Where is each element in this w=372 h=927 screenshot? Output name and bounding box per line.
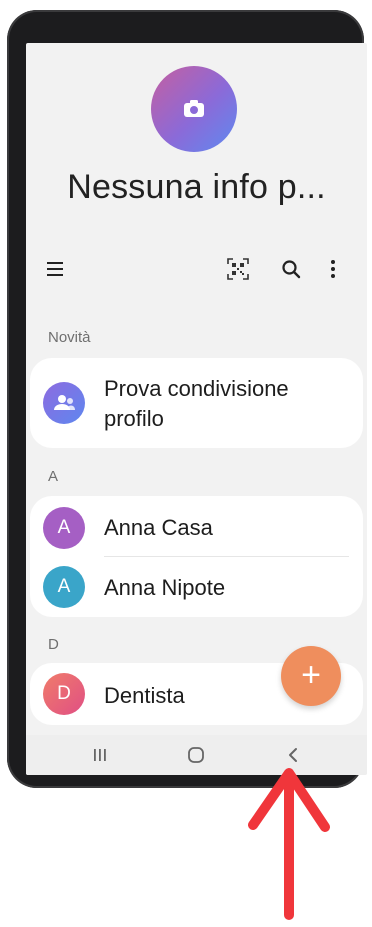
phone-frame: Nessuna info p... Novità Prova condivisi… bbox=[7, 10, 367, 788]
profile-name[interactable]: Nessuna info p... bbox=[26, 168, 367, 207]
shared-profile-icon bbox=[43, 382, 85, 424]
more-options-icon[interactable] bbox=[321, 257, 345, 281]
profile-avatar[interactable] bbox=[151, 66, 237, 152]
section-header-d: D bbox=[48, 636, 59, 653]
list-item[interactable]: A Anna Nipote bbox=[30, 557, 363, 617]
contact-name: Anna Nipote bbox=[104, 575, 226, 600]
up-arrow-icon bbox=[248, 768, 330, 920]
contacts-screen: Nessuna info p... Novità Prova condivisi… bbox=[26, 43, 367, 775]
contact-name: Dentista bbox=[104, 683, 185, 708]
recent-apps-icon[interactable] bbox=[88, 743, 112, 767]
contact-name: Anna Casa bbox=[104, 515, 213, 540]
list-item[interactable]: A Anna Casa bbox=[30, 496, 363, 556]
menu-icon[interactable] bbox=[44, 257, 68, 281]
qr-code-icon[interactable] bbox=[226, 257, 250, 281]
search-icon[interactable] bbox=[279, 257, 303, 281]
contact-name: Prova condivisione profilo bbox=[104, 376, 289, 431]
contact-avatar: A bbox=[43, 507, 85, 549]
add-contact-button[interactable]: + bbox=[281, 646, 341, 706]
toolbar bbox=[26, 253, 367, 285]
camera-icon bbox=[184, 100, 204, 117]
contact-avatar: D bbox=[43, 673, 85, 715]
back-icon[interactable] bbox=[282, 743, 306, 767]
section-header-a: A bbox=[48, 468, 59, 485]
contact-avatar: A bbox=[43, 566, 85, 608]
new-items-card: Prova condivisione profilo bbox=[30, 358, 363, 448]
list-item[interactable]: Prova condivisione profilo bbox=[30, 358, 363, 448]
home-icon[interactable] bbox=[184, 743, 208, 767]
section-a-card: A Anna Casa A Anna Nipote bbox=[30, 496, 363, 617]
section-header-novita: Novità bbox=[48, 329, 91, 346]
